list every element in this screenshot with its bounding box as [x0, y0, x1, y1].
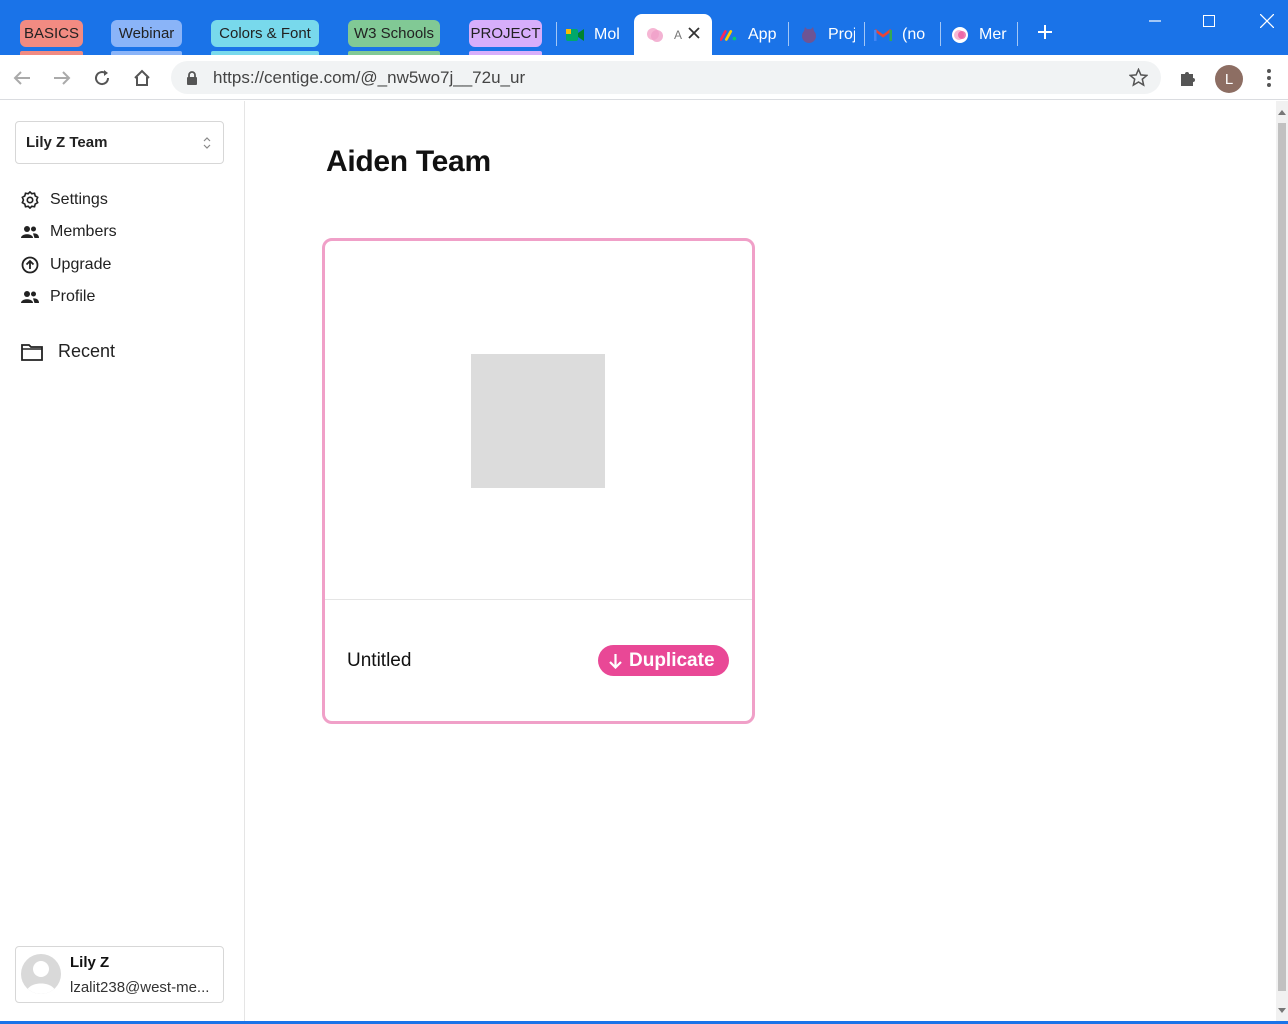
sidebar-item-profile[interactable]: Profile — [20, 285, 95, 309]
address-bar[interactable]: https://centige.com/@_nw5wo7j__72u_ur — [171, 61, 1161, 94]
tab-github[interactable]: Proj — [800, 14, 855, 55]
folder-icon — [21, 343, 43, 361]
centige-icon — [646, 26, 664, 44]
kebab-menu-icon — [1267, 69, 1271, 87]
browser-toolbar: https://centige.com/@_nw5wo7j__72u_ur L — [0, 55, 1288, 100]
duplicate-label: Duplicate — [629, 649, 715, 671]
lock-icon — [187, 71, 197, 85]
home-icon — [134, 69, 150, 86]
home-button[interactable] — [128, 64, 156, 92]
project-name: Untitled — [347, 650, 412, 671]
upgrade-icon — [20, 255, 40, 275]
tab-group-colors-font[interactable]: Colors & Font — [211, 20, 319, 55]
maximize-icon — [1203, 15, 1215, 27]
page-scrollbar[interactable] — [1276, 101, 1288, 1024]
card-divider — [325, 599, 752, 600]
tab-label: Proj — [828, 25, 855, 43]
close-tab-icon[interactable] — [688, 26, 700, 44]
extensions-button[interactable] — [1174, 64, 1202, 92]
reload-button[interactable] — [88, 64, 116, 92]
tab-monday[interactable]: App — [720, 14, 780, 55]
user-email: lzalit238@west-me... — [70, 979, 210, 996]
sidebar-item-recent[interactable]: Recent — [21, 341, 115, 362]
updown-chevron-icon — [203, 137, 211, 149]
sidebar-item-members[interactable]: Members — [20, 220, 117, 244]
menu-button[interactable] — [1255, 64, 1283, 92]
close-icon — [1260, 14, 1274, 28]
tab-meet[interactable]: Mol — [566, 14, 626, 55]
avatar — [21, 954, 61, 994]
sidebar-item-settings[interactable]: Settings — [20, 188, 108, 212]
plus-icon — [1038, 25, 1052, 39]
sidebar-item-label: Upgrade — [50, 256, 112, 273]
tab-centige-2[interactable]: Mer — [951, 14, 1009, 55]
user-name: Lily Z — [70, 954, 110, 971]
star-icon[interactable] — [1129, 68, 1148, 87]
tab-label: App — [748, 25, 777, 43]
arrow-left-icon — [13, 71, 30, 85]
project-thumbnail[interactable] — [471, 354, 605, 488]
tab-group-basics[interactable]: BASICS — [20, 20, 83, 55]
tab-separator — [864, 22, 865, 46]
close-window-button[interactable] — [1252, 8, 1282, 34]
page-title: Aiden Team — [326, 145, 491, 178]
sidebar-item-label: Settings — [50, 191, 108, 208]
maximize-button[interactable] — [1194, 8, 1224, 34]
tab-separator — [1017, 22, 1018, 46]
meet-icon — [566, 26, 584, 44]
user-card[interactable]: Lily Z lzalit238@west-me... — [15, 946, 224, 1003]
tab-group-project[interactable]: PROJECT — [469, 20, 542, 55]
url-text[interactable]: https://centige.com/@_nw5wo7j__72u_ur — [213, 68, 525, 88]
browser-titlebar: BASICS Webinar Colors & Font W3 Schools … — [0, 0, 1288, 55]
project-card[interactable]: Untitled Duplicate — [322, 238, 755, 724]
people-icon — [20, 222, 40, 242]
tab-group-w3-schools[interactable]: W3 Schools — [348, 20, 440, 55]
tab-centige-active[interactable]: A — [634, 14, 712, 55]
tab-label: A — [674, 27, 682, 42]
arrow-down-icon — [609, 653, 622, 669]
sidebar-item-label: Members — [50, 223, 117, 240]
new-tab-button[interactable] — [1030, 19, 1060, 45]
tab-separator — [556, 22, 557, 46]
back-button[interactable] — [8, 64, 36, 92]
arrow-right-icon — [54, 71, 71, 85]
gmail-icon — [874, 26, 892, 44]
monday-icon — [720, 26, 738, 44]
tab-label: (no — [902, 25, 926, 43]
scroll-up-icon[interactable] — [1278, 109, 1286, 115]
people-icon — [20, 287, 40, 307]
tab-label: Mer — [979, 25, 1007, 43]
tab-label: Mol — [594, 25, 620, 43]
sidebar: Lily Z Team Settings Members Upgrade Pro… — [0, 101, 245, 1024]
minimize-icon — [1149, 20, 1161, 22]
puzzle-icon — [1181, 72, 1195, 86]
minimize-button[interactable] — [1140, 8, 1170, 34]
centige-icon — [951, 26, 969, 44]
github-icon — [800, 26, 818, 44]
sidebar-item-label: Profile — [50, 288, 96, 305]
duplicate-button[interactable]: Duplicate — [598, 645, 729, 676]
tab-separator — [788, 22, 789, 46]
team-select[interactable]: Lily Z Team — [15, 121, 224, 164]
tab-gmail[interactable]: (no — [874, 14, 930, 55]
forward-button[interactable] — [48, 64, 76, 92]
gear-icon — [20, 190, 40, 210]
scrollbar-thumb[interactable] — [1278, 123, 1286, 991]
tab-separator — [940, 22, 941, 46]
sidebar-item-upgrade[interactable]: Upgrade — [20, 253, 111, 277]
main-content: Aiden Team Untitled Duplicate — [246, 101, 1276, 1024]
team-select-label: Lily Z Team — [26, 134, 108, 151]
tab-group-webinar[interactable]: Webinar — [111, 20, 182, 55]
recent-label: Recent — [58, 341, 116, 361]
scroll-down-icon[interactable] — [1278, 1008, 1286, 1014]
profile-avatar[interactable]: L — [1215, 65, 1243, 93]
reload-icon — [95, 70, 110, 86]
